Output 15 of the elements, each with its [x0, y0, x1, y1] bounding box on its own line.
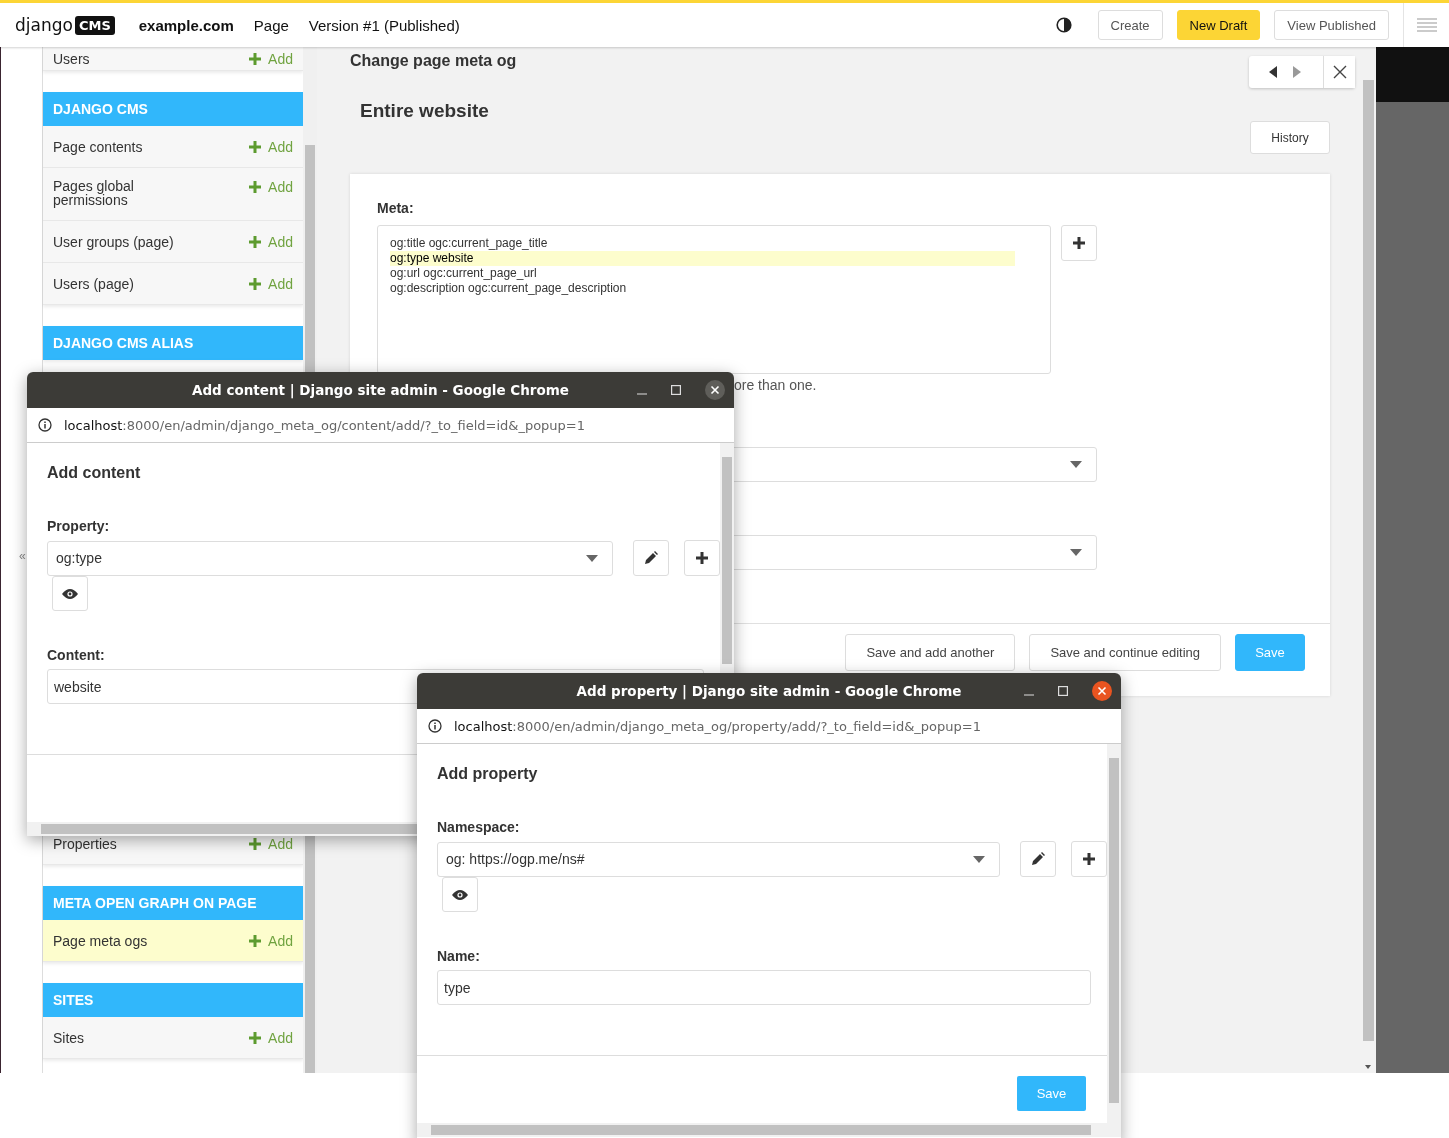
form-heading: Add content — [47, 464, 142, 482]
section-header: META OPEN GRAPH ON PAGE — [43, 886, 303, 920]
section-header: SITES — [43, 983, 303, 1017]
field-label: Namespace: — [437, 819, 521, 835]
modal-title: Change page meta og — [350, 52, 518, 70]
field-label: Meta: — [377, 200, 415, 216]
section-header: DJANGO CMS ALIAS — [43, 326, 303, 360]
page-heading: Entire website — [360, 100, 490, 122]
form-heading: Add property — [437, 765, 539, 783]
help-text: ore than one. — [734, 377, 818, 393]
field-label: Content: — [47, 647, 106, 663]
field-label: Name: — [437, 948, 481, 964]
window-title: Add content | Django site admin - Google Chrome — [191, 382, 570, 398]
section-header: DJANGO CMS — [43, 92, 303, 126]
field-label: Property: — [47, 518, 111, 534]
